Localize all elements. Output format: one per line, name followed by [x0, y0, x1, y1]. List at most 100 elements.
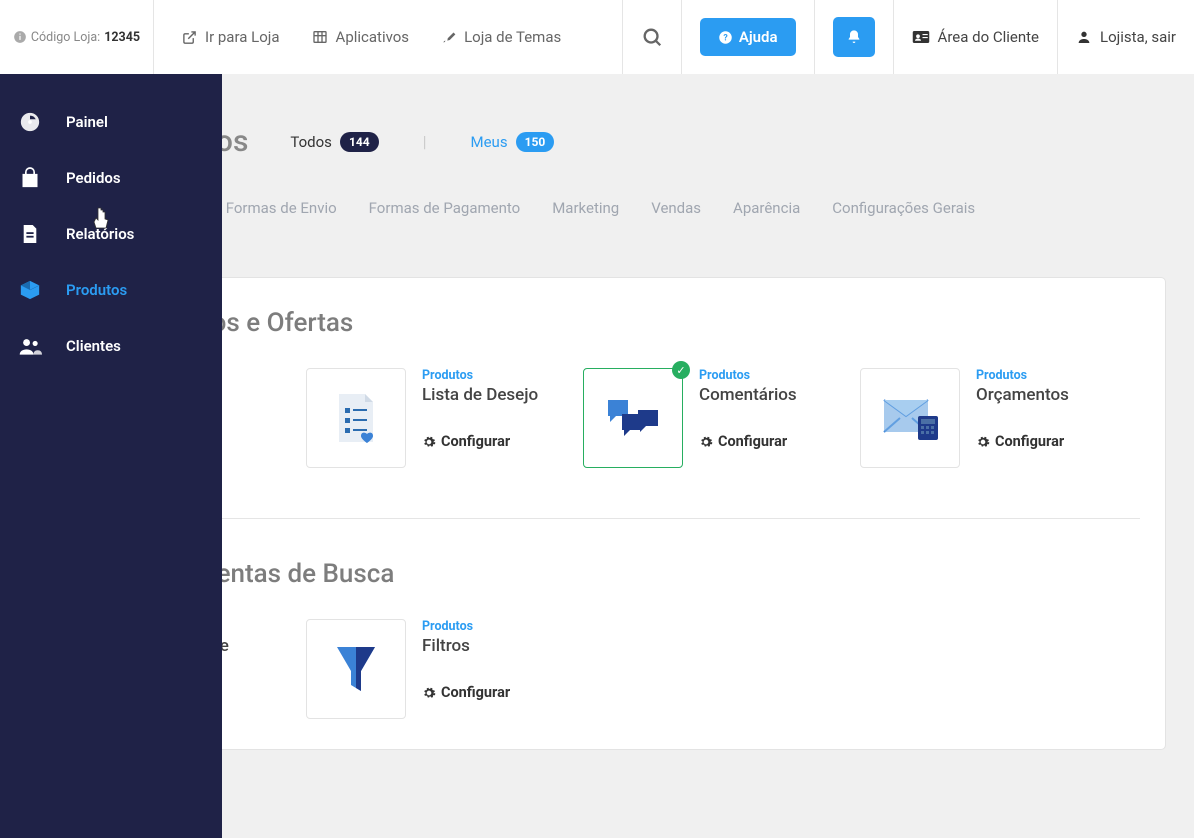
user-logout-label: Lojista, sair: [1100, 28, 1176, 46]
check-icon: ✓: [672, 361, 690, 379]
app-grid-1: Produtos Avise-me Configurar Produtos Li…: [126, 368, 1140, 468]
info-icon: [13, 30, 27, 44]
bell-icon: [846, 29, 862, 45]
search-icon: [641, 26, 663, 48]
app-lista-desejo[interactable]: Produtos Lista de Desejo Configurar: [306, 368, 551, 468]
filter-mine[interactable]: Meus 150: [471, 132, 555, 152]
gear-icon: [699, 435, 713, 449]
people-icon: [16, 334, 44, 358]
app-filtros[interactable]: Produtos Filtros Configurar: [306, 619, 551, 719]
app-configure-filtros[interactable]: Configurar: [422, 684, 510, 701]
section-divider: [126, 518, 1140, 519]
svg-text:?: ?: [723, 33, 728, 43]
id-card-icon: [912, 30, 930, 44]
store-code: Código Loja: 12345: [0, 0, 154, 74]
filter-all[interactable]: Todos 144: [290, 132, 378, 152]
tab-aparencia[interactable]: Aparência: [733, 199, 800, 217]
user-icon: [1076, 29, 1092, 45]
sidebar-label-relatorios: Relatórios: [66, 225, 134, 243]
app-name-orcamentos: Orçamentos: [976, 385, 1069, 405]
notifications-button[interactable]: [833, 17, 875, 57]
sidebar-item-clientes[interactable]: Clientes: [0, 318, 222, 374]
box-icon: [16, 278, 44, 302]
configure-label: Configurar: [718, 433, 787, 450]
sidebar-label-painel: Painel: [66, 113, 108, 131]
app-grid-2: Produtos Sinônimo de Busca Configurar Pr…: [126, 619, 1140, 719]
gear-icon: [422, 435, 436, 449]
gear-icon: [422, 686, 436, 700]
quotes-icon: [878, 392, 942, 444]
report-icon: [16, 222, 44, 246]
client-area-label: Área do Cliente: [938, 28, 1039, 46]
sidebar-item-pedidos[interactable]: Pedidos: [0, 150, 222, 206]
app-comentarios[interactable]: ✓ Produtos Comentários Configurar: [583, 368, 828, 468]
sidebar-label-pedidos: Pedidos: [66, 169, 121, 187]
nav-store-label: Ir para Loja: [205, 28, 280, 46]
store-code-label: Código Loja:: [31, 30, 100, 45]
app-category: Produtos: [976, 368, 1069, 383]
nav-themes-label: Loja de Temas: [464, 28, 561, 46]
app-configure-lista-desejo[interactable]: Configurar: [422, 433, 538, 450]
sidebar-label-clientes: Clientes: [66, 337, 121, 355]
app-name-lista-desejo: Lista de Desejo: [422, 385, 538, 405]
section-title-produtos-ofertas: Produtos e Ofertas: [126, 308, 1140, 338]
app-icon-quotes: [860, 368, 960, 468]
search-section[interactable]: [622, 0, 681, 74]
app-icon-comments: ✓: [583, 368, 683, 468]
nav-themes[interactable]: Loja de Temas: [441, 28, 561, 46]
sidebar: Painel Pedidos Relatórios Produtos Clien…: [0, 74, 222, 838]
sidebar-item-produtos[interactable]: Produtos: [0, 262, 222, 318]
apps-panel: Produtos e Ofertas Produtos Avise-me Con…: [100, 277, 1166, 750]
app-icon-filters: [306, 619, 406, 719]
nav-apps[interactable]: Aplicativos: [312, 28, 410, 46]
app-category: Produtos: [422, 619, 510, 634]
tab-marketing[interactable]: Marketing: [552, 199, 619, 217]
question-icon: ?: [718, 30, 733, 45]
nav-go-to-store[interactable]: Ir para Loja: [182, 28, 280, 46]
dashboard-icon: [16, 110, 44, 134]
app-name-filtros: Filtros: [422, 636, 510, 656]
header: Código Loja: 12345 Ir para Loja Aplicati…: [0, 0, 1194, 74]
app-category: Produtos: [699, 368, 797, 383]
wishlist-icon: [331, 390, 381, 446]
grid-icon: [312, 29, 328, 45]
configure-label: Configurar: [441, 433, 510, 450]
gear-icon: [976, 435, 990, 449]
app-orcamentos[interactable]: Produtos Orçamentos Configurar: [860, 368, 1105, 468]
filter-divider: |: [423, 132, 427, 151]
app-name-comentarios: Comentários: [699, 385, 797, 405]
configure-label: Configurar: [995, 433, 1064, 450]
sidebar-item-painel[interactable]: Painel: [0, 94, 222, 150]
filter-all-label: Todos: [290, 133, 332, 151]
configure-label: Configurar: [441, 684, 510, 701]
comments-icon: [604, 396, 662, 440]
category-tabs: Integrações Formas de Envio Formas de Pa…: [100, 199, 1166, 217]
user-logout[interactable]: Lojista, sair: [1057, 0, 1194, 74]
filter-icon: [331, 641, 381, 697]
client-area-link[interactable]: Área do Cliente: [893, 0, 1057, 74]
tab-formas-pagamento[interactable]: Formas de Pagamento: [369, 199, 521, 217]
filter-all-count: 144: [340, 132, 379, 152]
filter-mine-label: Meus: [471, 133, 508, 151]
app-icon-wishlist: [306, 368, 406, 468]
app-configure-orcamentos[interactable]: Configurar: [976, 433, 1069, 450]
bag-icon: [16, 166, 44, 190]
filter-mine-count: 150: [516, 132, 555, 152]
header-nav: Ir para Loja Aplicativos Loja de Temas: [154, 0, 622, 74]
help-button[interactable]: ? Ajuda: [700, 18, 796, 56]
tab-vendas[interactable]: Vendas: [651, 199, 701, 217]
nav-apps-label: Aplicativos: [336, 28, 410, 46]
store-code-value: 12345: [104, 30, 140, 45]
sidebar-item-relatorios[interactable]: Relatórios: [0, 206, 222, 262]
sidebar-label-produtos: Produtos: [66, 281, 127, 299]
app-configure-comentarios[interactable]: Configurar: [699, 433, 797, 450]
help-label: Ajuda: [739, 28, 778, 46]
tab-config-gerais[interactable]: Configurações Gerais: [832, 199, 975, 217]
notifications-section: [814, 0, 893, 74]
help-section: ? Ajuda: [681, 0, 814, 74]
page-title-row: Aplicativos Todos 144 | Meus 150: [100, 124, 1166, 159]
header-right: ? Ajuda Área do Cliente Lojista, sair: [622, 0, 1194, 74]
section-title-ferramentas-busca: Ferramentas de Busca: [126, 559, 1140, 589]
external-link-icon: [182, 30, 197, 45]
tab-formas-envio[interactable]: Formas de Envio: [226, 199, 337, 217]
